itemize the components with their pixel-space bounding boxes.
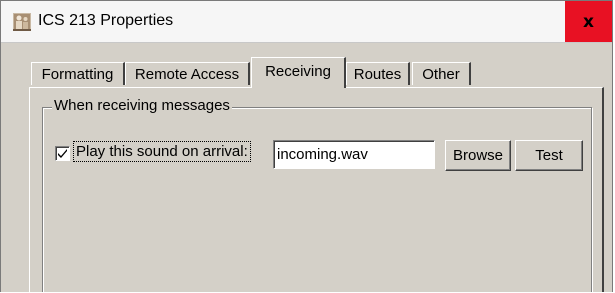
tab-other[interactable]: Other [412,62,471,85]
play-sound-label[interactable]: Play this sound on arrival: [73,141,251,162]
browse-button[interactable]: Browse [445,140,511,171]
tab-label: Routes [353,66,402,83]
window-title: ICS 213 Properties [38,12,174,29]
tab-receiving[interactable]: Receiving [251,57,346,88]
tab-label: Formatting [41,66,114,83]
receiving-groupbox: When receiving messages Play this sound … [42,97,592,292]
sound-file-input[interactable] [273,140,435,169]
tab-label: Receiving [265,63,331,80]
play-sound-checkbox[interactable] [55,146,70,161]
tab-label: Remote Access [134,66,240,83]
test-button[interactable]: Test [515,140,583,171]
tab-routes[interactable]: Routes [346,62,410,85]
app-icon [13,13,31,31]
groupbox-title: When receiving messages [52,97,232,114]
tab-remote-access[interactable]: Remote Access [125,62,250,85]
tab-label: Other [422,66,460,83]
title-bar[interactable]: ICS 213 Properties x [1,1,612,43]
close-icon: x [583,11,594,32]
close-button[interactable]: x [565,1,612,42]
tab-formatting[interactable]: Formatting [31,62,125,85]
properties-dialog: ICS 213 Properties x Formatting Remote A… [0,0,613,292]
checkmark-icon [58,149,67,158]
receiving-tab-panel: When receiving messages Play this sound … [29,87,604,292]
